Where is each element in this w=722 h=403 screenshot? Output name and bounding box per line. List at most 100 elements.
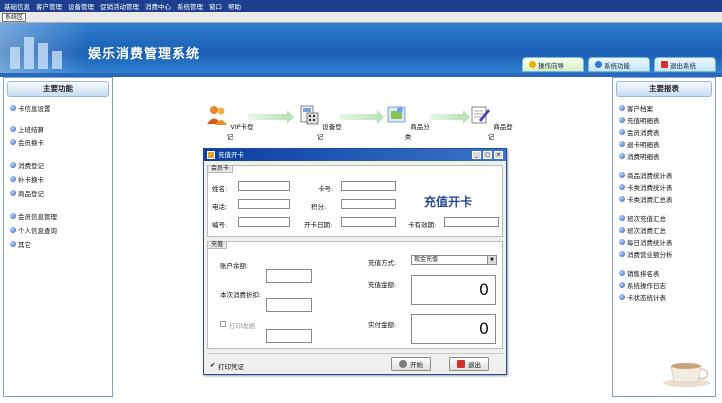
flow-step-goods[interactable]: 商品登记 — [466, 104, 516, 144]
discount-input[interactable] — [266, 298, 312, 312]
card-no-input[interactable] — [341, 181, 396, 191]
report-item[interactable]: 消费明细表 — [619, 151, 715, 161]
panel-title: 主要功能 — [7, 81, 109, 97]
bullet-icon — [10, 212, 16, 219]
flow-arrow — [248, 110, 294, 124]
bullet-icon — [619, 116, 625, 123]
receipt-input[interactable] — [266, 329, 312, 343]
name-label: 姓名: — [212, 185, 228, 193]
balance-input[interactable] — [266, 269, 312, 283]
report-item[interactable]: 商品消费统计表 — [619, 170, 715, 180]
edit-icon — [471, 106, 491, 124]
nav-item[interactable]: 卡信息设置 — [10, 103, 112, 113]
open-date-label: 开卡日期: — [304, 221, 333, 229]
bullet-icon — [619, 214, 625, 221]
start-button[interactable]: 开始 — [391, 357, 431, 371]
minimize-button[interactable]: _ — [472, 151, 481, 159]
report-item[interactable]: 班次充值汇总 — [619, 213, 715, 223]
card-info-group: 会员卡 姓名: 卡号: 电话: 积分: 编号: 开卡日期: 卡有效期: 充值开卡 — [207, 165, 503, 237]
info-icon — [595, 61, 602, 68]
report-item[interactable]: 客户档案 — [619, 103, 715, 113]
maximize-button[interactable]: □ — [483, 151, 492, 159]
flow-arrow — [340, 110, 384, 124]
close-icon — [661, 61, 668, 68]
nav-item[interactable]: 其它 — [10, 239, 112, 249]
report-item[interactable]: 卡类消费汇总表 — [619, 194, 715, 204]
bullet-icon — [10, 175, 16, 182]
menu-bar: 基础信息 客户管理 设备管理 促销活动管理 消费中心 系统管理 窗口 帮助 — [0, 0, 722, 12]
menu-item[interactable]: 窗口 — [209, 1, 222, 11]
nav-item[interactable]: 消费登记 — [10, 160, 112, 170]
tab-wizard[interactable]: 操作向导 — [522, 57, 584, 72]
nav-item[interactable]: 上班结算 — [10, 124, 112, 134]
open-date-input[interactable] — [341, 217, 396, 227]
flow-step-category[interactable]: 商品分类 — [383, 104, 433, 144]
menu-item[interactable]: 系统管理 — [177, 1, 203, 11]
tab-system-functions[interactable]: 系统功能 — [588, 57, 650, 72]
flow-step-device[interactable]: 设备登记 — [295, 104, 345, 144]
points-input[interactable] — [341, 199, 396, 209]
bullet-icon — [619, 269, 625, 276]
close-icon — [457, 360, 465, 368]
discount-label: 本次消费折扣: — [220, 291, 262, 299]
divider — [207, 353, 503, 354]
report-item[interactable]: 每日消费统计表 — [619, 237, 715, 247]
menu-item[interactable]: 消费中心 — [145, 1, 171, 11]
report-item[interactable]: 销售排名表 — [619, 268, 715, 278]
device-icon — [300, 105, 319, 125]
bullet-icon — [10, 104, 16, 111]
system-area-tab[interactable]: 系统区 — [2, 13, 27, 22]
method-label: 充值方式: — [368, 259, 397, 267]
nav-item[interactable]: 补卡换卡 — [10, 174, 112, 184]
report-item[interactable]: 退卡明细表 — [619, 139, 715, 149]
id-label: 编号: — [212, 221, 228, 229]
wizard-icon — [529, 61, 536, 68]
card-expiry-input[interactable] — [444, 217, 499, 227]
phone-input[interactable] — [238, 199, 290, 209]
group-header: 会员卡 — [207, 165, 234, 173]
nav-item[interactable]: 商品登记 — [10, 188, 112, 198]
recharge-dialog: 充值开卡 _ □ × 会员卡 姓名: 卡号: 电话: 积分: 编号: 开卡日期:… — [203, 148, 507, 375]
nav-item[interactable]: 会员换卡 — [10, 137, 112, 147]
phone-label: 电话: — [212, 203, 228, 211]
report-item[interactable]: 卡类消费统计表 — [619, 182, 715, 192]
dialog-titlebar: 充值开卡 _ □ × — [204, 149, 506, 161]
bullet-icon — [10, 189, 16, 196]
report-item[interactable]: 系统操作日志 — [619, 280, 715, 290]
exit-button[interactable]: 退出 — [449, 357, 489, 371]
print-receipt-checkbox[interactable] — [220, 321, 226, 327]
menu-item[interactable]: 促销活动管理 — [100, 1, 139, 11]
tool-strip: 系统区 — [0, 12, 722, 23]
report-item[interactable]: 卡状态统计表 — [619, 292, 715, 302]
bullet-icon — [10, 240, 16, 247]
report-item[interactable]: 会员消费表 — [619, 127, 715, 137]
menu-item[interactable]: 客户管理 — [36, 1, 62, 11]
users-icon — [207, 106, 228, 125]
bullet-icon — [10, 138, 16, 145]
nav-item[interactable]: 会员信息管理 — [10, 211, 112, 221]
print-voucher-check[interactable]: ✔ — [210, 361, 215, 369]
bullet-icon — [619, 152, 625, 159]
amount-label: 充值金额: — [368, 281, 397, 289]
report-item[interactable]: 班次消费汇总 — [619, 225, 715, 235]
flow-step-vip[interactable]: VIP卡登记 — [205, 104, 255, 144]
bullet-icon — [619, 238, 625, 245]
print-voucher-label: 打印凭证 — [218, 363, 244, 371]
method-select[interactable]: 现金充值 ▼ — [411, 255, 497, 265]
menu-item[interactable]: 设备管理 — [68, 1, 94, 11]
menu-item[interactable]: 帮助 — [228, 1, 241, 11]
id-input[interactable] — [238, 217, 290, 227]
card-no-label: 卡号: — [318, 185, 334, 193]
report-item[interactable]: 充值明细表 — [619, 115, 715, 125]
close-button[interactable]: × — [494, 151, 503, 159]
name-input[interactable] — [238, 181, 290, 191]
menu-item[interactable]: 基础信息 — [4, 1, 30, 11]
nav-item[interactable]: 个人信息查询 — [10, 225, 112, 235]
bullet-icon — [10, 226, 16, 233]
report-item[interactable]: 消费营业额分析 — [619, 249, 715, 259]
amount-input[interactable]: 0 — [411, 275, 496, 305]
actual-paid-input[interactable]: 0 — [411, 314, 496, 344]
bullet-icon — [10, 125, 16, 132]
main-functions-panel: 主要功能 卡信息设置 上班结算 会员换卡 消费登记 补卡换卡 商品登记 会员信息… — [3, 77, 113, 397]
tab-exit[interactable]: 退出系统 — [654, 57, 716, 72]
